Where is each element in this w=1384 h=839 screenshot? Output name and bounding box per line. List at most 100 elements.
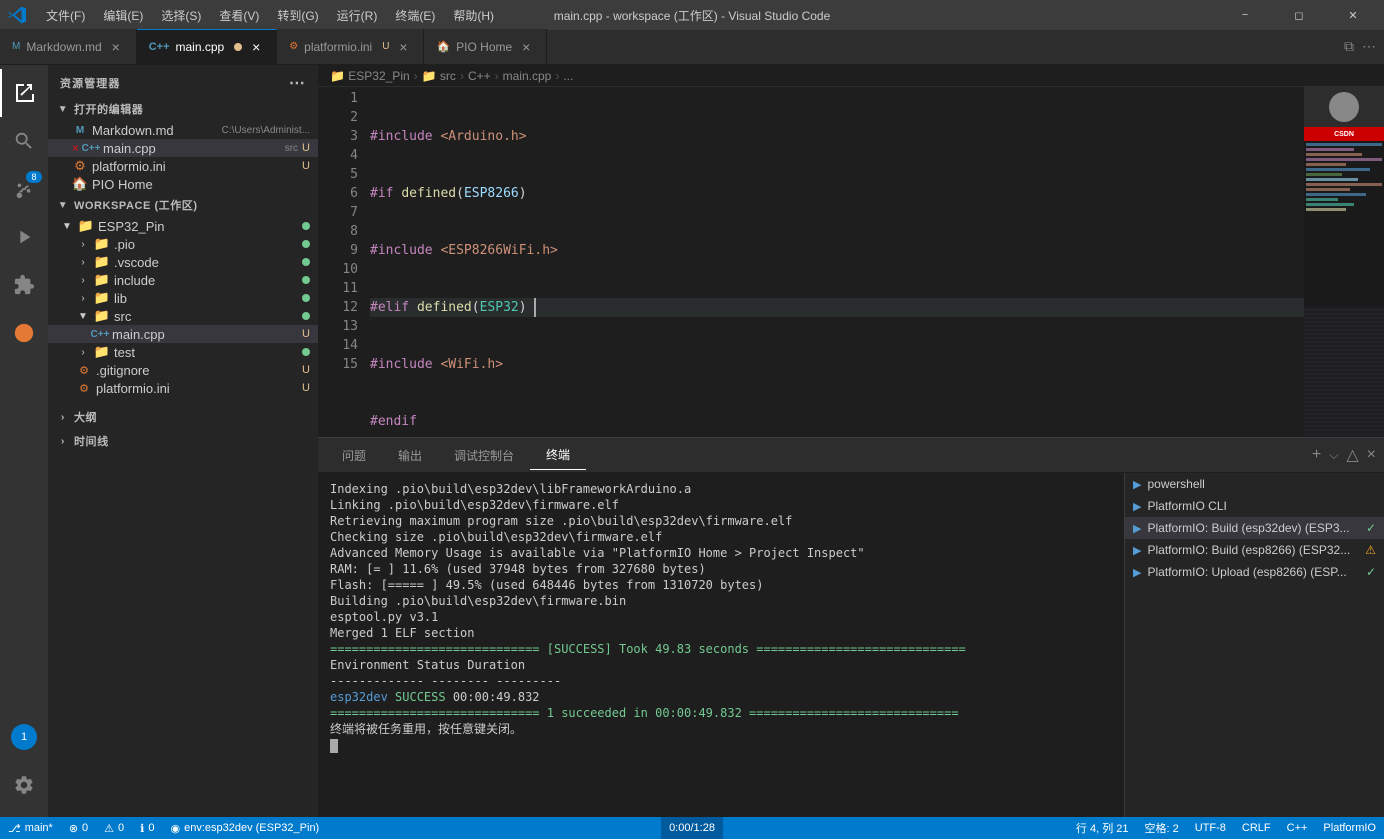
term-side-build-esp32[interactable]: ▶ PlatformIO: Build (esp32dev) (ESP3... … xyxy=(1125,517,1384,539)
menu-edit[interactable]: 编辑(E) xyxy=(95,5,151,26)
file-platformio-ini[interactable]: ⚙ platformio.ini U xyxy=(48,379,318,397)
sb-platformio[interactable]: PlatformIO xyxy=(1315,817,1384,839)
code-editor[interactable]: 12345 678910 1112131415 #include <Arduin… xyxy=(318,87,1384,437)
sb-indent[interactable]: 空格: 2 xyxy=(1136,817,1186,839)
open-editor-markdown[interactable]: M Markdown.md C:\Users\Administ... xyxy=(48,121,318,139)
sidebar: 资源管理器 ⋯ ▼ 打开的编辑器 M Markdown.md C:\Users\… xyxy=(48,65,318,817)
sb-info[interactable]: ℹ 0 xyxy=(132,817,162,839)
open-editor-platformio[interactable]: ⚙ platformio.ini U xyxy=(48,157,318,175)
workspace-section[interactable]: ▼ WORKSPACE (工作区) xyxy=(48,193,318,217)
sb-remote[interactable]: ◉ env:esp32dev (ESP32_Pin) xyxy=(162,817,327,839)
breadcrumb-maincpp[interactable]: main.cpp xyxy=(503,69,552,83)
tab-close-platformio[interactable]: × xyxy=(395,39,411,55)
workspace-dot xyxy=(302,222,310,230)
sb-eol[interactable]: CRLF xyxy=(1234,817,1279,839)
outline-section[interactable]: › 大纲 xyxy=(48,405,318,429)
folder-test[interactable]: › 📁 test xyxy=(48,343,318,361)
split-terminal-icon[interactable]: ⌵ xyxy=(1329,448,1338,463)
run-debug-icon[interactable] xyxy=(0,213,48,261)
tab-pio-home[interactable]: 🏠 PIO Home × xyxy=(424,29,547,64)
split-editor-icon[interactable]: ⧉ xyxy=(1344,38,1354,55)
minimize-button[interactable]: − xyxy=(1222,0,1268,30)
sb-branch[interactable]: ⎇ main* xyxy=(0,817,61,839)
cpp-file-icon: C++ xyxy=(83,140,99,156)
sidebar-more-icon[interactable]: ⋯ xyxy=(289,73,306,93)
settings-icon[interactable] xyxy=(0,761,48,809)
sb-errors[interactable]: ⊗ 0 xyxy=(61,817,96,839)
warning-icon: ⚠ xyxy=(104,822,114,835)
restore-button[interactable]: ◻ xyxy=(1276,0,1322,30)
sb-position[interactable]: 行 4, 列 21 xyxy=(1068,817,1137,839)
workspace-root[interactable]: ▼ 📁 ESP32_Pin xyxy=(48,217,318,235)
tab-problems[interactable]: 问题 xyxy=(326,441,382,470)
sb-error-count: 0 xyxy=(82,822,88,834)
tab-markdown[interactable]: M Markdown.md × xyxy=(0,29,137,64)
menu-file[interactable]: 文件(F) xyxy=(38,5,93,26)
platformio-icon[interactable] xyxy=(0,309,48,357)
minimap: CSDN xyxy=(1304,87,1384,437)
folder-pio[interactable]: › 📁 .pio xyxy=(48,235,318,253)
sb-language-label: C++ xyxy=(1287,822,1308,834)
sb-encoding[interactable]: UTF-8 xyxy=(1187,817,1234,839)
tab-debug-console[interactable]: 调试控制台 xyxy=(438,441,530,470)
close-panel-icon[interactable]: × xyxy=(1367,446,1376,464)
folder-vscode[interactable]: › 📁 .vscode xyxy=(48,253,318,271)
close-button[interactable]: ✕ xyxy=(1330,0,1376,30)
breadcrumb-cpp[interactable]: C++ xyxy=(468,69,491,83)
root-chevron: ▼ xyxy=(60,221,74,232)
search-icon[interactable] xyxy=(0,117,48,165)
source-control-icon[interactable]: 8 xyxy=(0,165,48,213)
modified-marker: U xyxy=(302,142,310,154)
close-icon[interactable]: × xyxy=(72,141,79,155)
open-editor-pio-home[interactable]: 🏠 PIO Home xyxy=(48,175,318,193)
code-content[interactable]: #include <Arduino.h> #if defined(ESP8266… xyxy=(366,87,1304,437)
sb-remote-label: env:esp32dev (ESP32_Pin) xyxy=(184,822,319,834)
tab-terminal[interactable]: 终端 xyxy=(530,440,586,470)
folder-lib[interactable]: › 📁 lib xyxy=(48,289,318,307)
tab-close-main-cpp[interactable]: × xyxy=(248,39,264,55)
tab-label-pio-home: PIO Home xyxy=(456,40,512,54)
menu-goto[interactable]: 转到(G) xyxy=(269,5,326,26)
breadcrumb-esp32pin[interactable]: 📁 ESP32_Pin xyxy=(330,69,410,83)
open-editors-section[interactable]: ▼ 打开的编辑器 xyxy=(48,97,318,121)
menu-help[interactable]: 帮助(H) xyxy=(445,5,502,26)
menu-run[interactable]: 运行(R) xyxy=(329,5,386,26)
sb-language[interactable]: C++ xyxy=(1279,817,1316,839)
tab-platformio-ini[interactable]: ⚙ platformio.ini U × xyxy=(277,29,424,64)
menu-terminal[interactable]: 终端(E) xyxy=(387,5,443,26)
sb-warnings[interactable]: ⚠ 0 xyxy=(96,817,132,839)
open-editor-main-cpp[interactable]: × C++ main.cpp src U xyxy=(48,139,318,157)
folder-include[interactable]: › 📁 include xyxy=(48,271,318,289)
folder-src[interactable]: ▼ 📁 src xyxy=(48,307,318,325)
accounts-icon[interactable]: 1 xyxy=(0,713,48,761)
sb-timer[interactable]: 0:00/1:28 xyxy=(661,817,723,839)
term-side-build-esp8266[interactable]: ▶ PlatformIO: Build (esp8266) (ESP32... … xyxy=(1125,539,1384,561)
tab-close-pio-home[interactable]: × xyxy=(518,39,534,55)
more-tabs-icon[interactable]: ⋯ xyxy=(1362,38,1376,55)
activity-bar: 8 1 xyxy=(0,65,48,817)
add-terminal-icon[interactable]: + xyxy=(1312,446,1321,464)
menu-view[interactable]: 查看(V) xyxy=(211,5,267,26)
term-side-cli[interactable]: ▶ PlatformIO CLI xyxy=(1125,495,1384,517)
extensions-icon[interactable] xyxy=(0,261,48,309)
term-side-powershell[interactable]: ▶ powershell xyxy=(1125,473,1384,495)
file-gitignore[interactable]: ⚙ .gitignore U xyxy=(48,361,318,379)
tab-output[interactable]: 输出 xyxy=(382,441,438,470)
maximize-panel-icon[interactable]: △ xyxy=(1346,445,1358,465)
sb-position-label: 行 4, 列 21 xyxy=(1076,820,1129,836)
tabbar-actions: ⧉ ⋯ xyxy=(1336,29,1384,64)
breadcrumb-src[interactable]: 📁 src xyxy=(422,69,456,83)
file-main-cpp[interactable]: C++ main.cpp U xyxy=(48,325,318,343)
test-dot xyxy=(302,348,310,356)
timeline-section[interactable]: › 时间线 xyxy=(48,429,318,453)
term-side-upload-esp8266[interactable]: ▶ PlatformIO: Upload (esp8266) (ESP... ✓ xyxy=(1125,561,1384,583)
sidebar-header: 资源管理器 ⋯ xyxy=(48,65,318,97)
tab-close-markdown[interactable]: × xyxy=(108,39,124,55)
term-line-1: Indexing .pio\build\esp32dev\libFramewor… xyxy=(330,481,1112,497)
terminal-output[interactable]: Indexing .pio\build\esp32dev\libFramewor… xyxy=(318,473,1124,817)
folder-src-label: src xyxy=(114,309,298,324)
tab-main-cpp[interactable]: C++ main.cpp × xyxy=(137,29,278,64)
menu-select[interactable]: 选择(S) xyxy=(153,5,209,26)
explorer-icon[interactable] xyxy=(0,69,48,117)
breadcrumb-dots[interactable]: ... xyxy=(563,69,573,83)
